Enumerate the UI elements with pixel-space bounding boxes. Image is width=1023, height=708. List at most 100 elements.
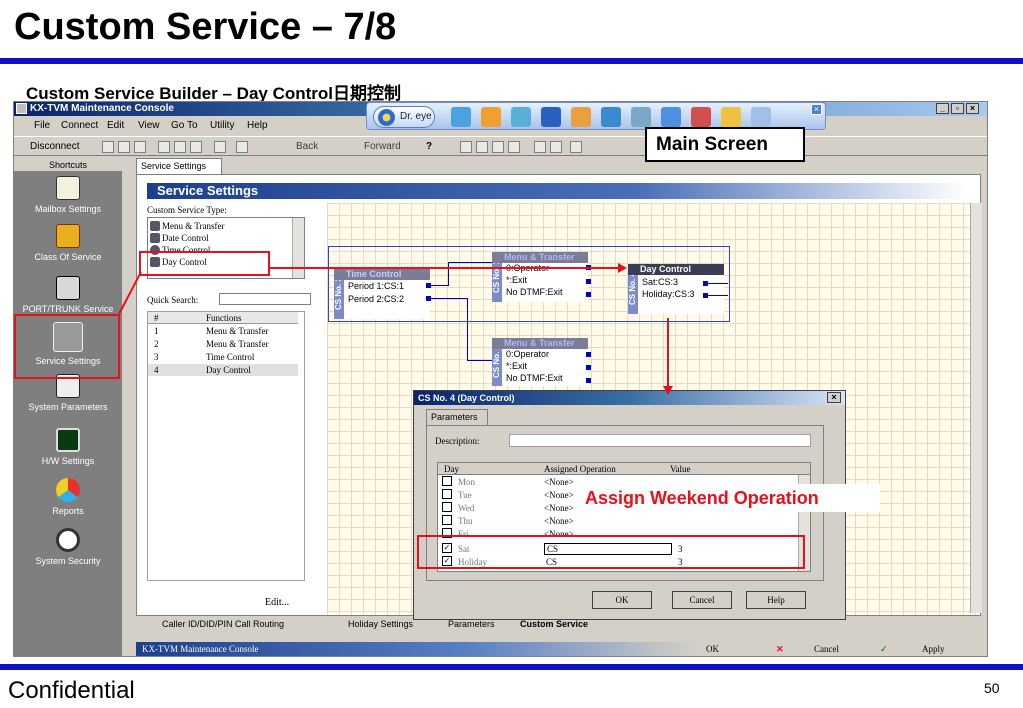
dreye-toolbar: Dr. eye × xyxy=(366,102,826,130)
dreye-tool-icon-11[interactable] xyxy=(751,107,771,127)
highlight-weekend-rows xyxy=(417,535,805,569)
node-line: Holiday:CS:3 xyxy=(642,289,695,299)
dreye-tool-icon-9[interactable] xyxy=(691,107,711,127)
type-list-scrollbar[interactable] xyxy=(292,218,304,278)
tool-icon-4[interactable] xyxy=(508,141,520,153)
node-cs3-time-control[interactable]: CS No. 3 Time Control Period 1:CS:1 Peri… xyxy=(334,269,430,319)
type-item-menu-transfer[interactable]: Menu & Transfer xyxy=(148,220,298,232)
tab-service-settings[interactable]: Service Settings xyxy=(136,158,222,174)
quick-search-input[interactable] xyxy=(219,293,311,305)
sidebar-item-label: Reports xyxy=(52,506,84,516)
tool-icon-5[interactable] xyxy=(534,141,546,153)
dreye-tool-icon-3[interactable] xyxy=(511,107,531,127)
table-row[interactable]: Thu <None> xyxy=(438,515,798,528)
tab-caller-id-routing[interactable]: Caller ID/DID/PIN Call Routing xyxy=(162,616,284,632)
dreye-tool-icon-10[interactable] xyxy=(721,107,741,127)
save-icon[interactable] xyxy=(134,141,146,153)
menu-connect[interactable]: Connect xyxy=(61,117,98,135)
dialog-ok-button[interactable]: OK xyxy=(592,591,652,609)
cut-icon[interactable] xyxy=(158,141,170,153)
sidebar-item-hw-settings[interactable]: H/W Settings xyxy=(14,428,122,466)
status-apply-button[interactable]: Apply xyxy=(922,642,945,656)
dreye-tool-icon-7[interactable] xyxy=(631,107,651,127)
sidebar-item-reports[interactable]: Reports xyxy=(14,478,122,516)
port-trunk-icon xyxy=(56,276,80,300)
copy-icon[interactable] xyxy=(174,141,186,153)
dreye-button[interactable]: Dr. eye xyxy=(373,106,435,128)
minimize-button[interactable]: _ xyxy=(936,103,949,114)
wire xyxy=(708,295,728,296)
edit-button[interactable]: Edit... xyxy=(265,597,289,608)
dialog-close-button[interactable]: × xyxy=(827,392,841,403)
description-input[interactable] xyxy=(509,434,811,447)
dreye-tool-icon-1[interactable] xyxy=(451,107,471,127)
dreye-tool-icon-5[interactable] xyxy=(571,107,591,127)
dialog-title: CS No. 4 (Day Control) × xyxy=(414,391,845,405)
day-checkbox[interactable] xyxy=(442,476,452,486)
menu-goto[interactable]: Go To xyxy=(171,117,198,135)
class-of-service-icon xyxy=(56,224,80,248)
node-cs1-menu-transfer[interactable]: CS No. 1 Menu & Transfer 0:Operator *:Ex… xyxy=(492,252,588,302)
sidebar-item-port-trunk-service[interactable]: PORT/TRUNK Service xyxy=(14,276,122,314)
status-cancel-button[interactable]: Cancel xyxy=(814,642,839,656)
menu-file[interactable]: File xyxy=(34,117,50,135)
new-icon[interactable] xyxy=(102,141,114,153)
menu-edit[interactable]: Edit xyxy=(107,117,124,135)
dreye-close-button[interactable]: × xyxy=(811,104,822,115)
tool-icon-1[interactable] xyxy=(460,141,472,153)
col-assigned-operation: Assigned Operation xyxy=(544,464,616,474)
tool-icon-2[interactable] xyxy=(476,141,488,153)
status-bar: KX-TVM Maintenance Console OK ✕ Cancel ✓… xyxy=(136,642,981,656)
disconnect-button[interactable]: Disconnect xyxy=(30,137,79,157)
close-window-button[interactable]: × xyxy=(966,103,979,114)
date-control-icon xyxy=(150,233,160,243)
print-icon[interactable] xyxy=(236,141,248,153)
dreye-tool-icon-4[interactable] xyxy=(541,107,561,127)
table-row[interactable]: 1 Menu & Transfer xyxy=(148,325,298,337)
table-row[interactable]: 4 Day Control xyxy=(148,364,298,376)
dialog-help-button[interactable]: Help xyxy=(746,591,806,609)
day-checkbox[interactable] xyxy=(442,502,452,512)
sidebar-item-mailbox-settings[interactable]: Mailbox Settings xyxy=(14,176,122,214)
menu-view[interactable]: View xyxy=(138,117,160,135)
wire xyxy=(448,262,492,263)
forward-button[interactable]: Forward xyxy=(364,137,401,157)
sidebar-item-label: Mailbox Settings xyxy=(34,204,102,214)
undo-icon[interactable] xyxy=(214,141,226,153)
menu-utility[interactable]: Utility xyxy=(210,117,234,135)
sidebar-item-system-security[interactable]: System Security xyxy=(14,528,122,566)
node-line: No DTMF:Exit xyxy=(506,287,563,297)
tool-icon-3[interactable] xyxy=(492,141,504,153)
open-icon[interactable] xyxy=(118,141,130,153)
dreye-tool-icon-6[interactable] xyxy=(601,107,621,127)
slide-title: Custom Service – 7/8 xyxy=(14,6,397,48)
wire xyxy=(467,298,468,360)
dialog-cancel-button[interactable]: Cancel xyxy=(672,591,732,609)
sidebar-item-class-of-service[interactable]: Class Of Service xyxy=(14,224,122,262)
canvas-scrollbar[interactable] xyxy=(970,203,982,613)
title-rule xyxy=(0,58,1023,64)
back-button[interactable]: Back xyxy=(296,137,318,157)
help-button[interactable]: ? xyxy=(426,137,432,157)
node-cs2-menu-transfer[interactable]: CS No. 2 Menu & Transfer 0:Operator *:Ex… xyxy=(492,338,588,386)
table-row[interactable]: 2 Menu & Transfer xyxy=(148,338,298,350)
restore-button[interactable]: ▫ xyxy=(951,103,964,114)
status-text: KX-TVM Maintenance Console xyxy=(136,642,696,656)
status-ok-button[interactable]: OK xyxy=(706,642,719,656)
sidebar-item-system-parameters[interactable]: System Parameters xyxy=(14,374,122,412)
type-item-date-control[interactable]: Date Control xyxy=(148,232,298,244)
highlight-day-control-type xyxy=(139,251,270,276)
day-checkbox[interactable] xyxy=(442,515,452,525)
node-cs4-day-control[interactable]: CS No. 4 Day Control Sat:CS:3 Holiday:CS… xyxy=(628,264,724,314)
tab-holiday-settings[interactable]: Holiday Settings xyxy=(348,616,413,632)
day-checkbox[interactable] xyxy=(442,489,452,499)
dreye-tool-icon-8[interactable] xyxy=(661,107,681,127)
table-row[interactable]: 3 Time Control xyxy=(148,351,298,363)
paste-icon[interactable] xyxy=(190,141,202,153)
tool-icon-7[interactable] xyxy=(570,141,582,153)
dialog-tab-parameters[interactable]: Parameters xyxy=(426,409,488,425)
menu-help[interactable]: Help xyxy=(247,117,268,135)
tool-icon-6[interactable] xyxy=(550,141,562,153)
node-line: Sat:CS:3 xyxy=(642,277,679,287)
dreye-tool-icon-2[interactable] xyxy=(481,107,501,127)
